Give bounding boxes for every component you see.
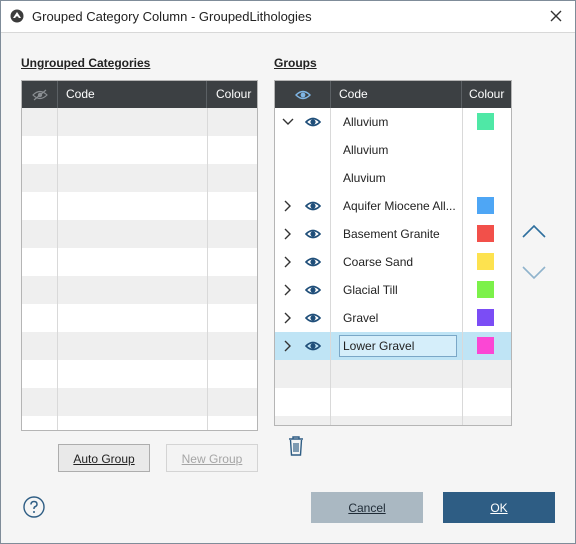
eye-icon[interactable] <box>305 200 321 212</box>
group-row[interactable]: Alluvium <box>275 108 511 136</box>
ok-label: OK <box>490 501 508 515</box>
move-up-icon[interactable] <box>521 223 547 239</box>
colour-swatch[interactable] <box>477 113 494 130</box>
groups-colour-header[interactable]: Colour <box>463 81 511 108</box>
group-row[interactable]: Gravel <box>275 304 511 332</box>
ungrouped-code-header[interactable]: Code <box>58 81 207 108</box>
empty-row <box>275 388 511 416</box>
group-row[interactable]: Coarse Sand <box>275 248 511 276</box>
column-divider <box>207 108 208 430</box>
group-code: Alluvium <box>343 115 389 129</box>
colour-swatch[interactable] <box>477 281 494 298</box>
group-row[interactable]: Basement Granite <box>275 220 511 248</box>
group-code: Glacial Till <box>343 283 398 297</box>
move-down-icon[interactable] <box>521 265 547 281</box>
ok-button[interactable]: OK <box>443 492 555 523</box>
colour-swatch[interactable] <box>477 225 494 242</box>
ungrouped-categories-table[interactable]: Code Colour <box>21 80 258 431</box>
chevron-right-icon[interactable] <box>281 339 295 353</box>
new-group-label: New Group <box>181 452 243 466</box>
app-icon <box>10 9 24 23</box>
eye-slash-icon <box>32 89 48 101</box>
group-code: Coarse Sand <box>343 255 414 269</box>
ungrouped-categories-label: Ungrouped Categories <box>21 56 151 70</box>
ungrouped-visibility-header[interactable] <box>22 81 58 108</box>
group-code: Gravel <box>343 311 379 325</box>
grouped-category-dialog: Grouped Category Column - GroupedLitholo… <box>0 0 576 544</box>
empty-row <box>275 416 511 425</box>
ungrouped-table-header: Code Colour <box>22 81 257 108</box>
chevron-right-icon[interactable] <box>281 227 295 241</box>
close-icon[interactable] <box>545 5 567 27</box>
group-row[interactable]: Lower Gravel <box>275 332 511 360</box>
colour-swatch[interactable] <box>477 197 494 214</box>
group-row[interactable]: Glacial Till <box>275 276 511 304</box>
auto-group-button[interactable]: Auto Group <box>58 444 150 472</box>
group-code: Basement Granite <box>343 227 440 241</box>
groups-table[interactable]: Code Colour Alluvium Alluvium Aluvium Aquif… <box>274 80 512 426</box>
colour-swatch[interactable] <box>477 337 494 354</box>
auto-group-label: Auto Group <box>73 452 135 466</box>
groups-table-header: Code Colour <box>275 81 511 108</box>
groups-visibility-header[interactable] <box>275 81 331 108</box>
chevron-right-icon[interactable] <box>281 199 295 213</box>
chevron-down-icon[interactable] <box>281 115 295 129</box>
window-title: Grouped Category Column - GroupedLitholo… <box>32 9 312 24</box>
title-bar: Grouped Category Column - GroupedLitholo… <box>1 1 575 33</box>
new-group-button[interactable]: New Group <box>166 444 258 472</box>
trash-icon[interactable] <box>287 435 305 457</box>
eye-icon[interactable] <box>305 284 321 296</box>
group-code[interactable]: Lower Gravel <box>343 332 414 360</box>
group-row[interactable]: Aluvium <box>275 164 511 192</box>
column-divider <box>330 108 331 425</box>
empty-row <box>275 360 511 388</box>
chevron-right-icon[interactable] <box>281 311 295 325</box>
cancel-label: Cancel <box>348 501 386 515</box>
eye-icon[interactable] <box>305 116 321 128</box>
eye-icon[interactable] <box>305 256 321 268</box>
eye-icon <box>295 90 311 100</box>
group-code: Alluvium <box>343 143 389 157</box>
help-icon[interactable] <box>23 496 45 518</box>
ungrouped-colour-header[interactable]: Colour <box>208 81 257 108</box>
chevron-right-icon[interactable] <box>281 283 295 297</box>
chevron-right-icon[interactable] <box>281 255 295 269</box>
groups-label: Groups <box>274 56 317 70</box>
group-row[interactable]: Alluvium <box>275 136 511 164</box>
cancel-button[interactable]: Cancel <box>311 492 423 523</box>
eye-icon[interactable] <box>305 228 321 240</box>
eye-icon[interactable] <box>305 340 321 352</box>
group-row[interactable]: Aquifer Miocene All... <box>275 192 511 220</box>
colour-swatch[interactable] <box>477 253 494 270</box>
groups-code-header[interactable]: Code <box>331 81 462 108</box>
column-divider <box>462 108 463 425</box>
eye-icon[interactable] <box>305 312 321 324</box>
group-code: Aluvium <box>343 171 386 185</box>
group-code: Aquifer Miocene All... <box>343 199 456 213</box>
colour-swatch[interactable] <box>477 309 494 326</box>
column-divider <box>57 108 58 430</box>
